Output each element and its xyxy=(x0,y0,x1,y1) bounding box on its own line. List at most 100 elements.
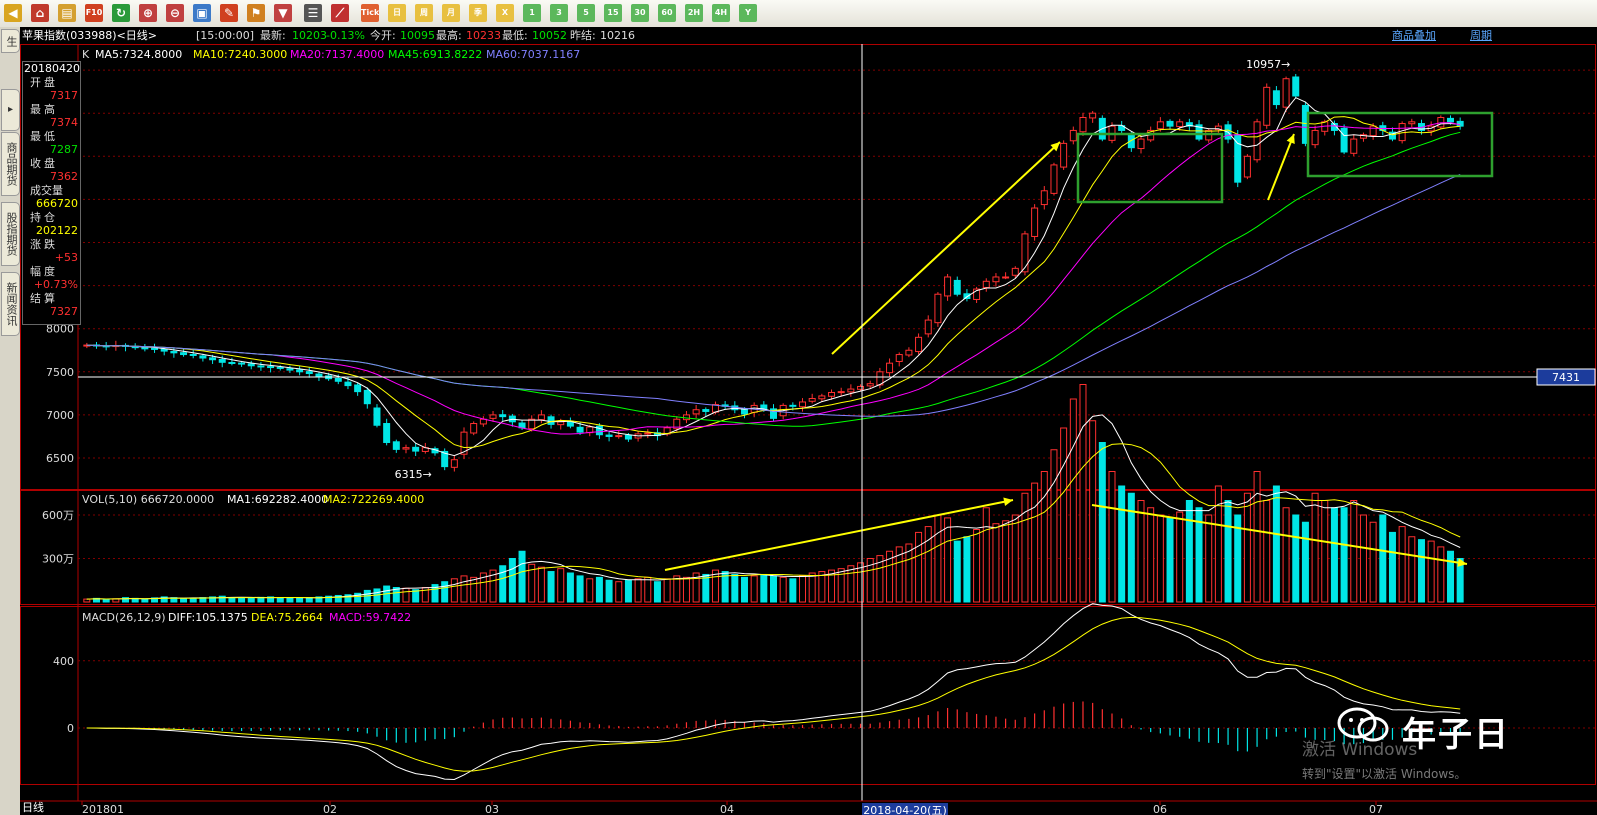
candle-body xyxy=(992,276,1000,283)
volume-bar xyxy=(276,597,284,603)
candle-body xyxy=(412,446,420,452)
line-chart-icon[interactable]: ⟋ xyxy=(331,4,349,22)
change-label: 涨跌 xyxy=(30,238,58,251)
filter-icon[interactable]: ▼ xyxy=(274,4,292,22)
volume-bar xyxy=(1089,420,1097,603)
window-icon[interactable]: ▣ xyxy=(193,4,211,22)
candle-body xyxy=(1166,120,1174,127)
macd-legend-dea: DEA:75.2664 xyxy=(251,611,323,624)
period-month-button[interactable]: 月 xyxy=(442,4,460,22)
period-3min-button[interactable]: 3 xyxy=(550,4,568,22)
candle-body xyxy=(470,423,478,434)
candle-body xyxy=(238,362,246,365)
candle-body xyxy=(151,347,159,350)
volume-bar xyxy=(1330,507,1338,603)
period-2h-button[interactable]: 2H xyxy=(685,4,703,22)
period-quarter-button[interactable]: 季 xyxy=(469,4,487,22)
period-week-button[interactable]: 周 xyxy=(415,4,433,22)
overlay-link[interactable]: 商品叠加 xyxy=(1392,27,1436,44)
high-label: 最高 xyxy=(30,103,58,116)
zoom-in-icon[interactable]: ⊕ xyxy=(139,4,157,22)
volume-bar xyxy=(1021,492,1029,603)
list-icon[interactable]: ☰ xyxy=(304,4,322,22)
period-60min-button[interactable]: 60 xyxy=(658,4,676,22)
book-icon[interactable]: ▤ xyxy=(58,4,76,22)
tick-button[interactable]: Tick xyxy=(361,4,379,22)
macd-tick-label: 0 xyxy=(67,722,74,735)
period-year-button[interactable]: X xyxy=(496,4,514,22)
candle-body xyxy=(1437,117,1445,128)
candle-body xyxy=(373,407,381,426)
candle-body xyxy=(189,353,197,356)
open-label: 开盘 xyxy=(30,76,58,89)
candle-body xyxy=(1050,164,1058,194)
candle-body xyxy=(209,357,217,361)
low-value: 7287 xyxy=(50,143,78,156)
candle-body xyxy=(180,352,188,356)
volume-bar xyxy=(1098,442,1106,603)
period-1min-button[interactable]: 1 xyxy=(523,4,541,22)
volume-bar xyxy=(1060,427,1068,603)
volume-bar xyxy=(595,576,603,603)
open-label: 今开: xyxy=(370,29,396,42)
refresh-icon[interactable]: ↻ xyxy=(112,4,130,22)
alert-icon[interactable]: ⚑ xyxy=(247,4,265,22)
period-30min-button[interactable]: 30 xyxy=(631,4,649,22)
zoom-out-icon[interactable]: ⊖ xyxy=(166,4,184,22)
volume-bar xyxy=(982,507,990,603)
tab-news[interactable]: 新闻资讯 xyxy=(1,272,20,336)
volume-bar xyxy=(1011,514,1019,603)
candle-body xyxy=(895,354,903,362)
back-icon[interactable]: ◀ xyxy=(4,4,22,22)
volume-bar xyxy=(1002,520,1010,603)
period-15min-button[interactable]: 15 xyxy=(604,4,622,22)
f10-icon[interactable]: F10 xyxy=(85,4,103,22)
tab-commodity-futures[interactable]: 商品期货 xyxy=(1,132,20,196)
period-5min-button[interactable]: 5 xyxy=(577,4,595,22)
volume-bar xyxy=(1224,500,1232,603)
candle-body xyxy=(576,426,584,433)
tab-expand[interactable]: ▸ xyxy=(1,89,20,131)
candle-body xyxy=(605,434,613,437)
volume-bar xyxy=(1176,511,1184,603)
volume-bar xyxy=(615,581,623,603)
candle-body xyxy=(982,280,990,288)
macd-tick-label: 400 xyxy=(53,655,74,668)
period-link[interactable]: 周期 xyxy=(1470,27,1492,44)
volume-bar xyxy=(750,575,758,603)
candle-body xyxy=(305,371,313,375)
candle-body xyxy=(218,358,226,363)
period-4h-button[interactable]: 4H xyxy=(712,4,730,22)
toolbar: ◀ ⌂ ▤ F10 ↻ ⊕ ⊖ ▣ ✎ ⚑ ▼ ☰ ⟋ Tick 日周月季 X 1 3 5 15 30 60 2H 4H Y xyxy=(0,0,1597,28)
pen-icon[interactable]: ✎ xyxy=(220,4,238,22)
pct-value: +0.73% xyxy=(33,278,78,291)
volume-bar xyxy=(1311,492,1319,603)
volume-bar xyxy=(305,597,313,603)
macd-legend: MACD(26,12,9) xyxy=(82,611,166,624)
candle-body xyxy=(934,293,942,324)
tab-quick[interactable]: 生 xyxy=(1,29,20,53)
home-icon[interactable]: ⌂ xyxy=(31,4,49,22)
candle-body xyxy=(953,279,961,295)
price-tick-label: 6500 xyxy=(46,452,74,465)
low-label: 最低: xyxy=(502,29,528,42)
volume-bar xyxy=(1369,521,1377,603)
candle-body xyxy=(1011,267,1019,276)
x-tick-label: 02 xyxy=(323,803,337,815)
volume-bar xyxy=(779,576,787,603)
chart-canvas[interactable]: 6500700075008000600万300万4000K MA5:7324.80… xyxy=(20,44,1597,815)
candle-body xyxy=(915,336,923,353)
volume-bar xyxy=(1321,500,1329,603)
candle-body xyxy=(450,459,458,468)
crosshair-date-label: 2018-04-20(五) xyxy=(863,804,947,815)
candle-body xyxy=(354,384,362,393)
tab-index-futures[interactable]: 股指期货 xyxy=(1,202,20,266)
period-custom-button[interactable]: Y xyxy=(739,4,757,22)
volume-bar xyxy=(1050,449,1058,603)
x-tick-label: 03 xyxy=(485,803,499,815)
oi-value: 202122 xyxy=(36,224,78,237)
volume-tick-label: 600万 xyxy=(42,509,74,522)
volume-bar xyxy=(566,572,574,603)
period-day-button[interactable]: 日 xyxy=(388,4,406,22)
volume-bar xyxy=(808,572,816,603)
